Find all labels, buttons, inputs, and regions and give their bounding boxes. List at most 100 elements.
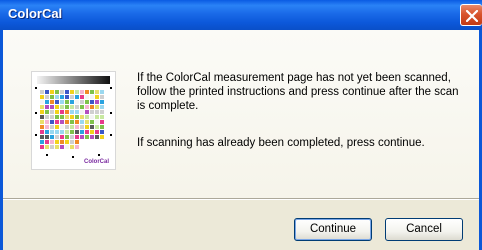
color-patch — [70, 125, 74, 129]
color-patch — [45, 105, 49, 109]
gray-ramp-strip — [37, 76, 110, 84]
color-patch — [50, 145, 54, 149]
color-patch — [65, 140, 69, 144]
color-patch — [65, 90, 69, 94]
color-patch — [50, 140, 54, 144]
color-patch — [85, 95, 89, 99]
color-patch — [95, 135, 99, 139]
color-patch — [95, 130, 99, 134]
color-patch — [100, 120, 104, 124]
color-patch — [90, 120, 94, 124]
color-patch — [80, 130, 84, 134]
cancel-button[interactable]: Cancel — [385, 218, 463, 241]
colorcal-logo: ColorCal — [84, 159, 109, 165]
color-patch — [40, 145, 44, 149]
color-patch — [100, 115, 104, 119]
color-patch — [100, 105, 104, 109]
color-patch — [70, 120, 74, 124]
color-patch — [75, 110, 79, 114]
color-patch — [85, 110, 89, 114]
color-patch — [50, 110, 54, 114]
color-patch — [95, 95, 99, 99]
color-patch — [65, 105, 69, 109]
color-patch — [45, 135, 49, 139]
color-patch — [60, 100, 64, 104]
color-patch — [100, 135, 104, 139]
color-patch — [50, 115, 54, 119]
color-patch — [50, 135, 54, 139]
color-patch — [80, 120, 84, 124]
registration-mark — [72, 156, 74, 158]
color-patch — [100, 130, 104, 134]
color-patch — [40, 90, 44, 94]
color-patch — [60, 135, 64, 139]
color-patch — [60, 110, 64, 114]
color-patch — [90, 125, 94, 129]
color-patch — [55, 110, 59, 114]
color-patch — [85, 115, 89, 119]
color-patch — [70, 95, 74, 99]
color-patch — [100, 95, 104, 99]
color-patch — [85, 90, 89, 94]
color-patch — [70, 140, 74, 144]
color-patch — [55, 130, 59, 134]
color-patch — [70, 135, 74, 139]
continue-button[interactable]: Continue — [294, 218, 372, 241]
color-patch — [80, 90, 84, 94]
color-patch — [45, 100, 49, 104]
color-patch — [40, 130, 44, 134]
color-patch — [45, 125, 49, 129]
color-patch — [80, 115, 84, 119]
color-patch — [70, 145, 74, 149]
color-patch — [65, 100, 69, 104]
color-patch — [100, 90, 104, 94]
color-patch — [55, 100, 59, 104]
color-patch — [70, 105, 74, 109]
registration-mark — [110, 112, 112, 114]
color-patch — [90, 110, 94, 114]
color-patch — [65, 110, 69, 114]
color-patch — [90, 90, 94, 94]
color-patch — [85, 135, 89, 139]
color-patch — [90, 95, 94, 99]
color-patch — [50, 105, 54, 109]
color-patch — [65, 95, 69, 99]
color-patch — [55, 140, 59, 144]
registration-mark — [98, 154, 100, 156]
color-patch — [65, 130, 69, 134]
color-patch — [90, 105, 94, 109]
color-patch — [40, 95, 44, 99]
color-patch — [85, 105, 89, 109]
colorcal-measurement-page-thumbnail: ColorCal — [31, 71, 116, 170]
color-patch — [100, 125, 104, 129]
color-patch — [55, 125, 59, 129]
color-patch — [85, 100, 89, 104]
color-patch — [90, 100, 94, 104]
color-patch — [95, 125, 99, 129]
color-patch — [55, 135, 59, 139]
color-patch — [60, 90, 64, 94]
color-patch — [40, 115, 44, 119]
color-patch — [95, 105, 99, 109]
color-patch — [95, 100, 99, 104]
color-patch — [60, 95, 64, 99]
color-patch — [100, 110, 104, 114]
color-patch — [55, 90, 59, 94]
registration-mark — [35, 134, 37, 136]
color-patch — [40, 110, 44, 114]
window-title: ColorCal — [8, 6, 63, 21]
color-patch — [50, 130, 54, 134]
color-patch — [80, 95, 84, 99]
color-patch — [80, 105, 84, 109]
color-patch — [60, 130, 64, 134]
color-patch — [70, 110, 74, 114]
title-bar[interactable]: ColorCal — [0, 0, 482, 30]
color-patch — [45, 95, 49, 99]
close-button[interactable] — [460, 4, 482, 26]
color-patch — [85, 125, 89, 129]
color-patch — [55, 115, 59, 119]
color-patch — [45, 90, 49, 94]
color-patch — [45, 145, 49, 149]
color-patch — [80, 100, 84, 104]
color-patch — [45, 130, 49, 134]
